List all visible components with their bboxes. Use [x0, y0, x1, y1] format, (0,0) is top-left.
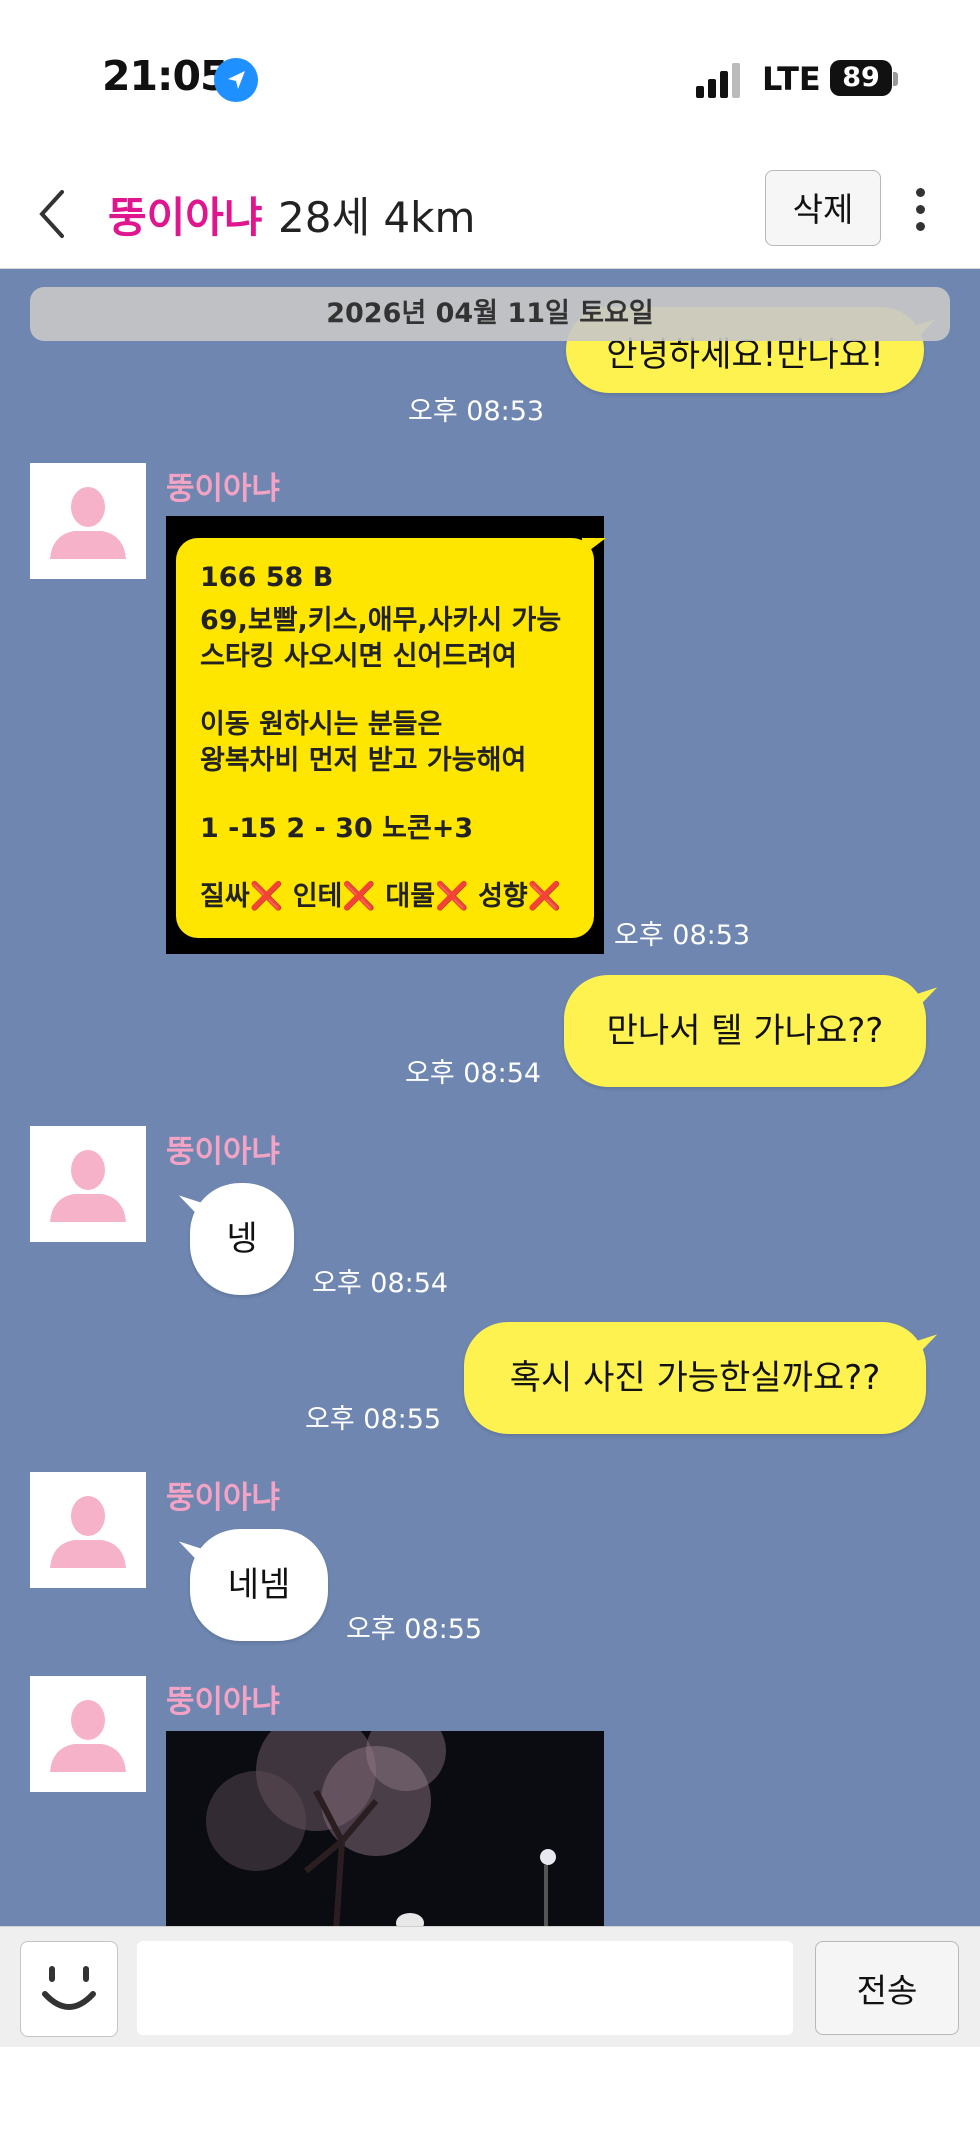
signal-icon	[696, 63, 740, 98]
avatar[interactable]	[30, 1126, 146, 1242]
delete-button[interactable]: 삭제	[765, 170, 881, 246]
image-text-line: 1 -15 2 - 30 노콘+3	[200, 813, 474, 844]
image-text-line: 69,보빨,키스,애무,사카시 가능	[200, 605, 562, 636]
photo-attachment[interactable]	[166, 1731, 604, 1926]
bottom-safe-area	[0, 2047, 980, 2130]
image-text-line: 질싸❌ 인테❌ 대물❌ 성향❌	[200, 881, 562, 912]
chat-header: 뚱이아냐 28세 4km 삭제	[0, 160, 980, 269]
sender-name: 뚱이아냐	[166, 1684, 281, 1720]
battery-icon: 89	[830, 60, 892, 96]
status-bar: 21:05 LTE 89	[0, 0, 980, 160]
message-time: 오후 08:53	[614, 920, 751, 951]
their-message-bubble: 넹	[190, 1183, 294, 1295]
notice-image-card: 166 58 B 69,보빨,키스,애무,사카시 가능 스타킹 사오시면 신어드…	[176, 538, 606, 938]
partner-name: 뚱이아냐	[108, 193, 263, 242]
night-blossom-photo	[166, 1731, 604, 1926]
clock: 21:05	[102, 52, 229, 100]
message-time: 오후 08:54	[405, 1058, 542, 1089]
message-time: 오후 08:55	[346, 1614, 483, 1645]
sender-name: 뚱이아냐	[166, 1480, 281, 1516]
message-text: 만나서 텔 가나요??	[606, 1011, 884, 1051]
location-arrow-icon	[214, 58, 258, 102]
image-text-line: 왕복차비 먼저 받고 가능해여	[200, 745, 527, 776]
sender-name: 뚱이아냐	[166, 1134, 281, 1170]
my-message-bubble: 만나서 텔 가나요??	[564, 975, 926, 1087]
send-button[interactable]: 전송	[815, 1941, 959, 2035]
my-message-bubble: 혹시 사진 가능한실까요??	[464, 1322, 926, 1434]
date-divider: 2026년 04월 11일 토요일	[30, 287, 950, 341]
avatar[interactable]	[30, 1472, 146, 1588]
network-type: LTE	[762, 60, 821, 98]
message-composer: 전송	[0, 1926, 980, 2047]
message-text: 안녕하세요!만나요!	[606, 335, 884, 375]
image-text-line: 스타킹 사오시면 신어드려여	[200, 641, 517, 672]
message-time: 오후 08:54	[312, 1268, 449, 1299]
message-input[interactable]	[137, 1941, 793, 2035]
partner-meta: 28세 4km	[278, 193, 476, 242]
avatar[interactable]	[30, 1676, 146, 1792]
person-silhouette-icon	[50, 1496, 126, 1568]
image-attachment[interactable]: 166 58 B 69,보빨,키스,애무,사카시 가능 스타킹 사오시면 신어드…	[166, 516, 606, 954]
image-text-line: 이동 원하시는 분들은	[200, 709, 443, 740]
emoji-button[interactable]	[20, 1941, 118, 2037]
chat-area[interactable]: 2026년 04월 11일 토요일 안녕하세요!만나요! 오후 08:53 뚱이…	[0, 269, 980, 1926]
message-text: 넹	[226, 1219, 258, 1259]
image-text-line: 166 58 B	[200, 562, 334, 593]
avatar[interactable]	[30, 463, 146, 579]
person-silhouette-icon	[50, 487, 126, 559]
more-options-icon[interactable]	[906, 188, 934, 238]
person-silhouette-icon	[50, 1700, 126, 1772]
message-time: 오후 08:53	[408, 396, 545, 427]
back-chevron-icon[interactable]	[32, 184, 72, 244]
message-text: 네넴	[227, 1565, 291, 1605]
message-text: 혹시 사진 가능한실까요??	[509, 1358, 881, 1398]
smiley-icon	[42, 1966, 96, 2010]
message-time: 오후 08:55	[305, 1404, 442, 1435]
sender-name: 뚱이아냐	[166, 471, 281, 507]
battery-tip	[893, 72, 898, 86]
person-silhouette-icon	[50, 1150, 126, 1222]
their-message-bubble: 네넴	[190, 1529, 328, 1641]
